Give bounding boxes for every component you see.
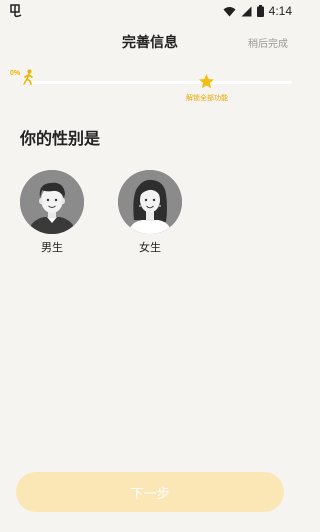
status-indicators: 4:14	[223, 4, 292, 18]
signal-icon	[241, 6, 252, 16]
app-icon	[10, 4, 22, 18]
header: 完善信息 稍后完成	[0, 26, 300, 56]
gender-label-female: 女生	[139, 241, 161, 254]
female-avatar[interactable]	[118, 170, 182, 234]
female-avatar-icon	[118, 170, 182, 234]
wifi-icon	[223, 6, 236, 16]
status-bar: 4:14	[0, 0, 300, 22]
question-title: 你的性别是	[20, 129, 101, 148]
gender-label-male: 男生	[41, 241, 63, 254]
next-button[interactable]: 下一步	[16, 472, 284, 512]
battery-icon	[256, 5, 264, 17]
progress-indicator: 0% 解锁全部功能	[0, 64, 300, 104]
gender-option-female[interactable]: 女生	[118, 170, 182, 255]
male-avatar-icon	[20, 170, 84, 234]
walking-person-icon	[23, 69, 33, 85]
progress-track	[22, 81, 292, 84]
male-avatar[interactable]	[20, 170, 84, 234]
gender-option-male[interactable]: 男生	[20, 170, 84, 255]
star-icon	[199, 74, 214, 89]
milestone-label: 解锁全部功能	[186, 94, 228, 102]
skip-button[interactable]: 稍后完成	[248, 35, 288, 50]
progress-percent: 0%	[10, 70, 21, 77]
status-time: 4:14	[268, 4, 292, 18]
